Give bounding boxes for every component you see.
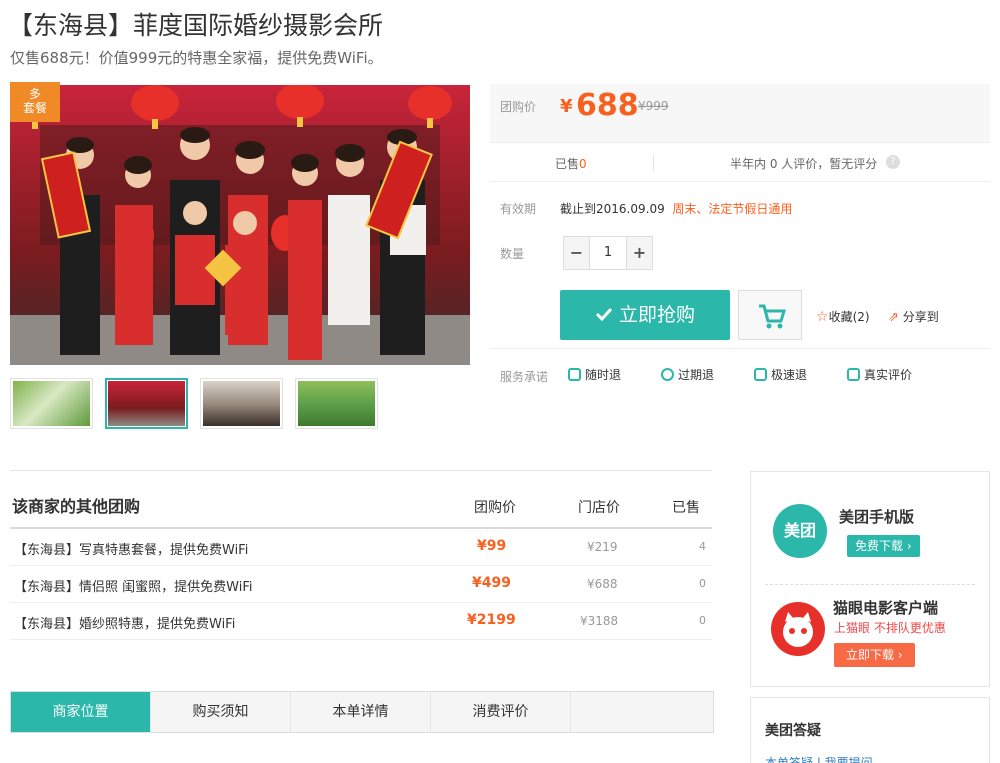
service-row: 服务承诺 随时退 过期退 极速退 真实评价 [490,348,990,398]
maoyan-slogan: 上猫眼 不排队更优惠 [834,621,946,635]
cat-icon [783,612,813,647]
sold-count: 4 [699,540,706,553]
quantity-stepper: − 1 + [563,236,653,270]
share-icon: ⇗ [888,310,899,325]
tab-deal-details[interactable]: 本单详情 [291,692,431,732]
store-price: ¥219 [587,540,618,554]
sold-count: 0 [699,614,706,627]
sold-count: 已售0 [555,157,587,171]
divider [653,155,654,171]
deal-name[interactable]: 【东海县】写真特惠套餐，提供免费WiFi [14,539,248,558]
service-anytime-refund: 随时退 [568,366,621,383]
meituan-logo: 美团 [773,504,827,558]
thumbnail[interactable] [10,378,93,429]
table-row[interactable]: 【东海县】婚纱照特惠，提供免费WiFi ¥2199 ¥3188 0 [10,603,712,640]
qa-title: 美团答疑 [765,723,821,739]
refund-icon [568,368,581,381]
service-label: 服务承诺 [500,370,549,384]
page-title: 【东海县】菲度国际婚纱摄影会所 [8,11,384,40]
validity-label: 有效期 [500,202,537,216]
deal-price: ¥99 [477,538,507,554]
reviews-summary: 半年内 0 人评价，暂无评分 [730,157,878,171]
original-price: ¥999 [638,99,669,113]
user-icon [847,368,860,381]
table-header: 该商家的其他团购 团购价 门店价 已售 [10,471,712,529]
meituan-app-name: 美团手机版 [839,508,915,526]
store-price: ¥3188 [580,614,619,628]
detail-tabs: 商家位置 购买须知 本单详情 消费评价 [10,691,714,733]
tab-merchant-location[interactable]: 商家位置 [11,692,151,732]
price-label: 团购价 [500,100,537,114]
help-icon[interactable]: ? [886,155,900,169]
other-deals-table: 该商家的其他团购 团购价 门店价 已售 【东海县】写真特惠套餐，提供免费WiFi… [10,470,712,640]
store-price: ¥688 [587,577,618,591]
thumbnail[interactable] [200,378,283,429]
buy-now-label: 立即抢购 [618,304,695,326]
stats-row: 已售0 半年内 0 人评价，暂无评分 ? [490,142,990,182]
meituan-download-button[interactable]: 免费下载 › [847,535,920,557]
badge-text: 多套餐 [22,87,47,115]
cart-icon [759,304,787,329]
multi-package-badge: 多套餐 [10,82,60,122]
app-download-box: 美团 美团手机版 免费下载 › 猫眼电影客户端 上猫眼 不排队更优惠 立即下载 … [750,471,990,687]
service-real-review: 真实评价 [847,366,912,383]
thumbnail-active[interactable] [105,378,188,429]
decrement-button[interactable]: − [564,237,589,269]
deal-price: 688 [576,88,639,123]
divider [765,584,975,585]
buy-now-button[interactable]: 立即抢购 [560,290,730,340]
col-store-price: 门店价 [578,500,620,516]
deal-price: ¥2199 [467,612,516,628]
table-row[interactable]: 【东海县】写真特惠套餐，提供免费WiFi ¥99 ¥219 4 [10,529,712,566]
other-deals-title: 该商家的其他团购 [12,497,141,516]
table-row[interactable]: 【东海县】情侣照 闺蜜照，提供免费WiFi ¥499 ¥688 0 [10,566,712,603]
star-icon: ☆ [816,309,829,325]
thumbnail-strip [10,378,378,429]
page-subtitle: 仅售688元！价值999元的特惠全家福，提供免费WiFi。 [10,49,383,67]
fast-refund-icon [754,368,767,381]
deal-price: ¥499 [472,575,511,591]
sold-count: 0 [699,577,706,590]
main-photo [10,85,470,365]
add-to-cart-button[interactable] [738,290,802,340]
clock-icon [661,368,674,381]
col-group-price: 团购价 [474,500,516,516]
col-sold: 已售 [672,500,700,516]
quantity-input[interactable]: 1 [589,237,627,269]
tab-purchase-notes[interactable]: 购买须知 [151,692,291,732]
qa-links[interactable]: 本单答疑 | 我要提问 [765,754,873,763]
increment-button[interactable]: + [627,237,652,269]
favorite-button[interactable]: ☆收藏(2) [816,308,870,325]
deal-name[interactable]: 【东海县】情侣照 闺蜜照，提供免费WiFi [14,576,252,595]
check-icon [595,307,613,321]
validity-text: 截止到2016.09.09 周末、法定节假日通用 [560,202,793,216]
validity-tag: 周末、法定节假日通用 [672,202,793,216]
currency-symbol: ¥ [560,96,573,117]
deal-name[interactable]: 【东海县】婚纱照特惠，提供免费WiFi [14,613,235,632]
maoyan-logo [771,602,825,656]
price-row: 团购价 ¥ 688 ¥999 [490,84,990,142]
quantity-label: 数量 [500,247,525,261]
thumbnail[interactable] [295,378,378,429]
maoyan-app-name: 猫眼电影客户端 [833,599,939,617]
share-button[interactable]: ⇗ 分享到 [888,308,939,325]
tab-reviews[interactable]: 消费评价 [431,692,571,732]
service-fast-refund: 极速退 [754,366,807,383]
maoyan-download-button[interactable]: 立即下载 › [834,643,915,667]
qa-box: 美团答疑 本单答疑 | 我要提问 [750,697,990,763]
service-expired-refund: 过期退 [661,366,714,383]
